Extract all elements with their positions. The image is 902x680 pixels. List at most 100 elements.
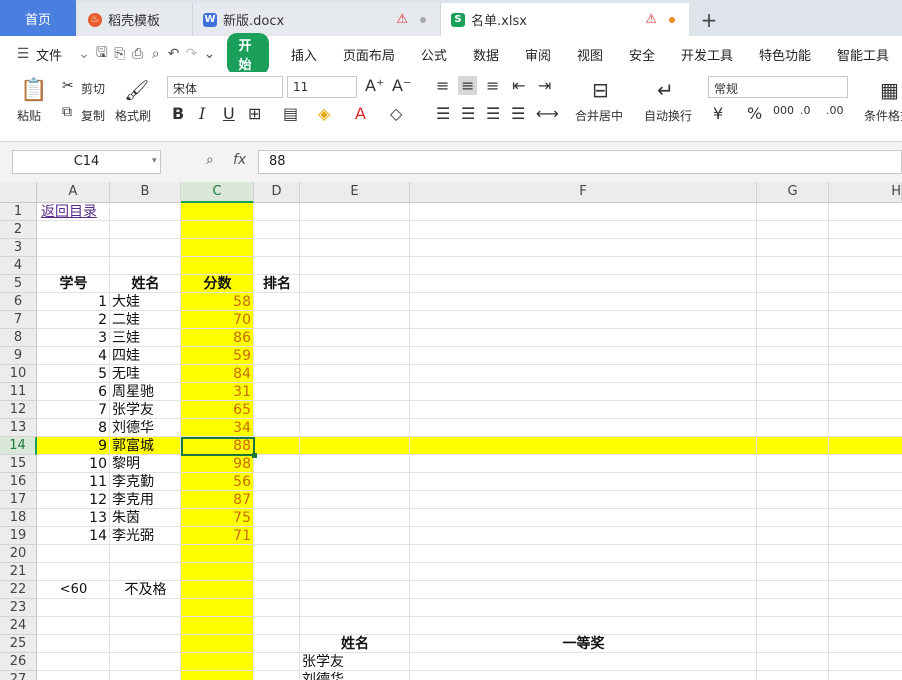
- tab-xlsx-file[interactable]: S 名单.xlsx ⚠: [441, 3, 689, 36]
- merge-center-button[interactable]: 合并居中: [575, 107, 623, 124]
- row-header[interactable]: 21: [0, 563, 37, 581]
- column-header-e[interactable]: E: [300, 182, 410, 203]
- header-rank[interactable]: 排名: [254, 275, 300, 293]
- bold-icon[interactable]: B: [172, 104, 184, 123]
- student-score-cell[interactable]: 70: [181, 311, 251, 329]
- row-header[interactable]: 12: [0, 401, 37, 419]
- student-name-cell[interactable]: 二娃: [112, 311, 140, 329]
- student-id-cell[interactable]: 8: [37, 419, 107, 437]
- row-header[interactable]: 10: [0, 365, 37, 383]
- menu-review[interactable]: 审阅: [512, 45, 564, 64]
- align-bottom-icon[interactable]: ≡: [486, 76, 499, 95]
- row-header[interactable]: 17: [0, 491, 37, 509]
- italic-icon[interactable]: I: [199, 104, 205, 123]
- select-all-corner[interactable]: [0, 182, 37, 203]
- menu-insert[interactable]: 插入: [278, 45, 330, 64]
- warning-icon[interactable]: ⚠: [396, 12, 408, 27]
- file-dropdown-icon[interactable]: ⌄: [75, 46, 93, 62]
- align-top-icon[interactable]: ≡: [436, 76, 449, 95]
- fx-icon[interactable]: fx: [233, 152, 246, 168]
- student-name-cell[interactable]: 李光弼: [112, 527, 154, 545]
- border-icon[interactable]: ⊞: [248, 104, 261, 123]
- formula-input[interactable]: 88: [258, 150, 902, 174]
- student-id-cell[interactable]: 9: [37, 437, 107, 455]
- student-name-cell[interactable]: 周星驰: [112, 383, 154, 401]
- column-header-d[interactable]: D: [254, 182, 300, 203]
- conditional-format-button[interactable]: 条件格式: [864, 107, 902, 124]
- student-id-cell[interactable]: 2: [37, 311, 107, 329]
- student-name-cell[interactable]: 李克勤: [112, 473, 154, 491]
- row-header[interactable]: 24: [0, 617, 37, 635]
- column-header-f[interactable]: F: [410, 182, 757, 203]
- active-cell-selection[interactable]: [181, 437, 257, 458]
- thousands-separator-icon[interactable]: 000: [773, 104, 794, 117]
- percent-icon[interactable]: %: [747, 104, 762, 123]
- conditional-format-icon[interactable]: ▦: [880, 78, 899, 102]
- align-middle-icon[interactable]: ≡: [458, 76, 478, 95]
- menu-home-start[interactable]: 开始: [227, 33, 269, 75]
- align-left-icon[interactable]: ☰: [436, 104, 450, 123]
- student-id-cell[interactable]: 13: [37, 509, 107, 527]
- row-header[interactable]: 14: [0, 437, 37, 455]
- row-header[interactable]: 2: [0, 221, 37, 239]
- justify-icon[interactable]: ☰: [511, 104, 525, 123]
- tab-daoke-templates[interactable]: ♨ 稻壳模板: [78, 3, 193, 36]
- number-format-select[interactable]: 常规: [708, 76, 848, 98]
- row-header[interactable]: 22: [0, 581, 37, 599]
- student-id-cell[interactable]: 5: [37, 365, 107, 383]
- student-name-cell[interactable]: 三娃: [112, 329, 140, 347]
- student-id-cell[interactable]: 10: [37, 455, 107, 473]
- format-painter-icon[interactable]: 🖌: [124, 78, 149, 102]
- increase-font-icon[interactable]: A⁺: [365, 76, 384, 95]
- student-score-cell[interactable]: 65: [181, 401, 251, 419]
- tab-home[interactable]: 首页: [0, 0, 76, 36]
- student-name-cell[interactable]: 四娃: [112, 347, 140, 365]
- column-header-g[interactable]: G: [757, 182, 829, 203]
- clear-format-icon[interactable]: ◇: [390, 104, 402, 123]
- paste-button[interactable]: 粘贴: [17, 107, 41, 124]
- row-header[interactable]: 6: [0, 293, 37, 311]
- award-name-cell[interactable]: 张学友: [302, 653, 344, 671]
- header-name[interactable]: 姓名: [110, 275, 181, 293]
- award-first-prize-header[interactable]: 一等奖: [410, 635, 757, 653]
- increase-decimal-icon[interactable]: .0: [800, 104, 811, 117]
- format-painter-button[interactable]: 格式刷: [115, 107, 151, 124]
- student-name-cell[interactable]: 刘德华: [112, 419, 154, 437]
- save-icon[interactable]: 🖫: [93, 42, 111, 66]
- award-name-cell[interactable]: 刘德华: [302, 671, 344, 680]
- column-header-b[interactable]: B: [110, 182, 181, 203]
- column-header-c[interactable]: C: [181, 182, 254, 203]
- redo-icon[interactable]: ↷: [183, 46, 201, 62]
- row-header[interactable]: 11: [0, 383, 37, 401]
- row-header[interactable]: 23: [0, 599, 37, 617]
- menu-file[interactable]: 文件: [32, 45, 75, 64]
- row-header[interactable]: 19: [0, 527, 37, 545]
- student-score-cell[interactable]: 34: [181, 419, 251, 437]
- student-score-cell[interactable]: 56: [181, 473, 251, 491]
- menu-security[interactable]: 安全: [616, 45, 668, 64]
- row-header[interactable]: 27: [0, 671, 37, 680]
- print-icon[interactable]: ⎙: [129, 46, 147, 62]
- row-header[interactable]: 20: [0, 545, 37, 563]
- student-name-cell[interactable]: 大娃: [112, 293, 140, 311]
- menu-smart-tools[interactable]: 智能工具: [824, 45, 902, 64]
- decrease-decimal-icon[interactable]: .00: [826, 104, 844, 117]
- student-name-cell[interactable]: 张学友: [112, 401, 154, 419]
- copy-button[interactable]: 复制: [81, 107, 105, 124]
- row-header[interactable]: 3: [0, 239, 37, 257]
- criteria-label-cell[interactable]: <60: [37, 581, 110, 599]
- column-header-h[interactable]: H: [829, 182, 902, 203]
- row-header[interactable]: 1: [0, 203, 37, 221]
- merge-center-icon[interactable]: ⊟: [592, 78, 609, 102]
- student-score-cell[interactable]: 86: [181, 329, 251, 347]
- row-header[interactable]: 8: [0, 329, 37, 347]
- name-box[interactable]: C14: [12, 150, 161, 174]
- decrease-font-icon[interactable]: A⁻: [392, 76, 411, 95]
- distribute-icon[interactable]: ⟷: [536, 104, 559, 123]
- quick-access-dropdown-icon[interactable]: ⌄: [201, 46, 219, 62]
- header-score[interactable]: 分数: [181, 275, 254, 293]
- student-name-cell[interactable]: 郭富城: [112, 437, 154, 455]
- underline-icon[interactable]: U: [223, 104, 235, 123]
- row-header[interactable]: 18: [0, 509, 37, 527]
- row-header[interactable]: 5: [0, 275, 37, 293]
